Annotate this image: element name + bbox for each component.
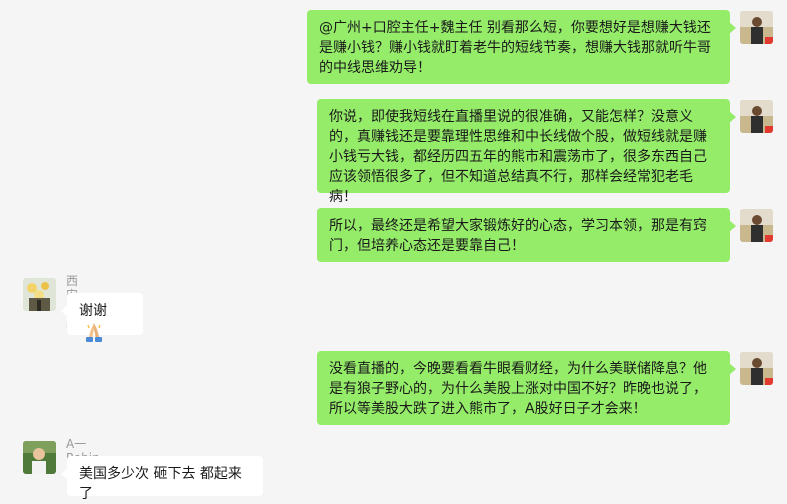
message-bubble[interactable]: 所以，最终还是希望大家锻炼好的心态，学习本领，那是有窍门，但培养心态还是要靠自己… xyxy=(317,208,736,262)
message-bubble[interactable]: 你说，即使我短线在直播里说的很准确，又能怎样？没意义的，真赚钱还是要靠理性思维和… xyxy=(317,99,736,205)
message-text: 谢谢 xyxy=(79,303,107,319)
self-avatar-icon[interactable] xyxy=(740,100,773,133)
praying-hands-icon xyxy=(83,321,105,349)
message-bubble[interactable]: 美国多少次 砸下去 都起来了 xyxy=(61,456,263,502)
flower-avatar-icon[interactable] xyxy=(23,278,56,311)
self-avatar-icon[interactable] xyxy=(740,352,773,385)
person-avatar-icon[interactable] xyxy=(23,441,56,474)
message-bubble[interactable]: 没看直播的，今晚要看看牛眼看财经，为什么美联储降息？他是有狼子野心的，为什么美股… xyxy=(317,351,736,425)
self-avatar-icon[interactable] xyxy=(740,11,773,44)
message-bubble[interactable]: 谢谢 xyxy=(61,293,143,342)
chat-message-area[interactable]: @广州+口腔主任+魏主任 别看那么短，你要想好是想赚大钱还是赚小钱？赚小钱就盯着… xyxy=(0,0,787,502)
self-avatar-icon[interactable] xyxy=(740,209,773,242)
message-bubble[interactable]: @广州+口腔主任+魏主任 别看那么短，你要想好是想赚大钱还是赚小钱？赚小钱就盯着… xyxy=(307,10,736,84)
